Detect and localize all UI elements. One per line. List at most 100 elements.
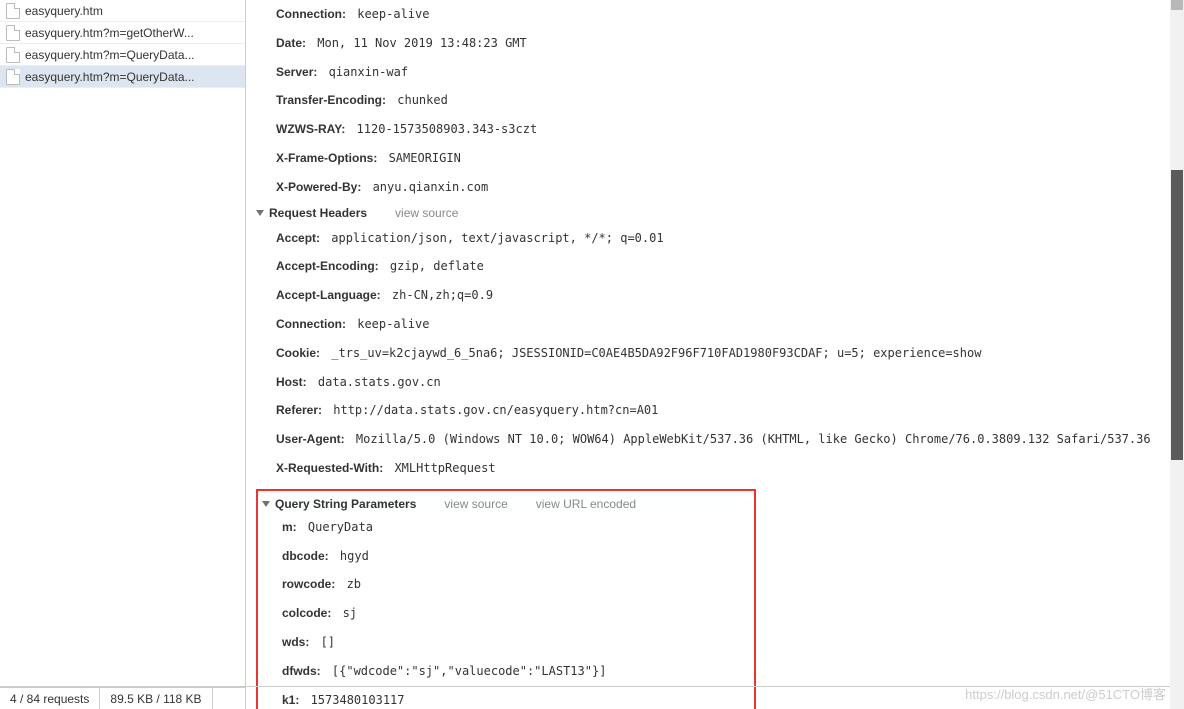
header-value: 1573480103117 [303, 693, 404, 707]
request-name: easyquery.htm?m=QueryData... [25, 48, 195, 62]
header-row: Cookie: _trs_uv=k2cjaywd_6_5na6; JSESSIO… [256, 339, 1174, 368]
request-item[interactable]: easyquery.htm?m=QueryData... [0, 66, 245, 88]
request-item[interactable]: easyquery.htm [0, 0, 245, 22]
header-name: Accept-Encoding: [276, 259, 379, 273]
request-item[interactable]: easyquery.htm?m=getOtherW... [0, 22, 245, 44]
header-row: Host: data.stats.gov.cn [256, 368, 1174, 397]
header-row: WZWS-RAY: 1120-1573508903.343-s3czt [256, 115, 1174, 144]
header-name: Host: [276, 375, 307, 389]
response-headers-block: Connection: keep-aliveDate: Mon, 11 Nov … [256, 0, 1174, 202]
query-string-highlight-box: Query String Parameters view source view… [256, 489, 756, 709]
chevron-down-icon[interactable] [256, 210, 264, 216]
header-value: [{"wdcode":"sj","valuecode":"LAST13"}] [325, 664, 607, 678]
header-value: Mozilla/5.0 (Windows NT 10.0; WOW64) App… [349, 432, 1151, 446]
header-row: dfwds: [{"wdcode":"sj","valuecode":"LAST… [262, 657, 750, 686]
header-row: colcode: sj [262, 599, 750, 628]
request-name: easyquery.htm?m=getOtherW... [25, 26, 194, 40]
header-name: colcode: [282, 606, 331, 620]
header-value: chunked [390, 93, 448, 107]
header-name: m: [282, 520, 297, 534]
header-row: k1: 1573480103117 [262, 686, 750, 709]
header-name: Cookie: [276, 346, 320, 360]
file-icon [6, 69, 20, 85]
header-name: dfwds: [282, 664, 321, 678]
query-string-params-block: m: QueryDatadbcode: hgydrowcode: zbcolco… [262, 513, 750, 709]
header-row: Referer: http://data.stats.gov.cn/easyqu… [256, 396, 1174, 425]
chevron-down-icon[interactable] [262, 501, 270, 507]
header-name: Connection: [276, 7, 346, 21]
request-headers-block: Accept: application/json, text/javascrip… [256, 224, 1174, 483]
header-value: SAMEORIGIN [381, 151, 460, 165]
view-source-link[interactable]: view source [395, 206, 458, 220]
header-value: zh-CN,zh;q=0.9 [385, 288, 493, 302]
header-name: X-Frame-Options: [276, 151, 377, 165]
header-name: rowcode: [282, 577, 335, 591]
header-name: Referer: [276, 403, 322, 417]
header-row: Accept-Language: zh-CN,zh;q=0.9 [256, 281, 1174, 310]
header-name: WZWS-RAY: [276, 122, 345, 136]
header-row: dbcode: hgyd [262, 542, 750, 571]
header-value: sj [335, 606, 357, 620]
header-value: gzip, deflate [383, 259, 484, 273]
query-string-section[interactable]: Query String Parameters view source view… [262, 495, 750, 513]
header-name: Connection: [276, 317, 346, 331]
header-value: data.stats.gov.cn [311, 375, 441, 389]
request-sidebar: easyquery.htm easyquery.htm?m=getOtherW.… [0, 0, 246, 709]
header-row: Connection: keep-alive [256, 310, 1174, 339]
header-name: k1: [282, 693, 299, 707]
header-value: Mon, 11 Nov 2019 13:48:23 GMT [310, 36, 527, 50]
header-value: [] [313, 635, 335, 649]
scrollbar-track[interactable] [1170, 0, 1184, 709]
header-name: Accept: [276, 231, 320, 245]
header-value: XMLHttpRequest [387, 461, 495, 475]
header-value: _trs_uv=k2cjaywd_6_5na6; JSESSIONID=C0AE… [324, 346, 981, 360]
header-value: application/json, text/javascript, */*; … [324, 231, 664, 245]
header-row: wds: [] [262, 628, 750, 657]
header-value: anyu.qianxin.com [365, 180, 488, 194]
request-headers-section[interactable]: Request Headers view source [256, 202, 1174, 224]
request-name: easyquery.htm [25, 4, 103, 18]
status-requests: 4 / 84 requests [0, 688, 100, 709]
header-value: qianxin-waf [321, 65, 408, 79]
header-row: X-Powered-By: anyu.qianxin.com [256, 173, 1174, 202]
header-row: User-Agent: Mozilla/5.0 (Windows NT 10.0… [256, 425, 1174, 454]
file-icon [6, 47, 20, 63]
header-row: Connection: keep-alive [256, 0, 1174, 29]
header-name: Accept-Language: [276, 288, 381, 302]
view-source-link[interactable]: view source [444, 497, 507, 511]
header-name: X-Powered-By: [276, 180, 361, 194]
header-row: rowcode: zb [262, 570, 750, 599]
header-value: zb [339, 577, 361, 591]
request-item[interactable]: easyquery.htm?m=QueryData... [0, 44, 245, 66]
header-row: Accept: application/json, text/javascrip… [256, 224, 1174, 253]
header-row: Server: qianxin-waf [256, 58, 1174, 87]
header-value: hgyd [333, 549, 369, 563]
header-row: X-Requested-With: XMLHttpRequest [256, 454, 1174, 483]
header-row: Transfer-Encoding: chunked [256, 86, 1174, 115]
view-url-encoded-link[interactable]: view URL encoded [536, 497, 636, 511]
details-pane: Connection: keep-aliveDate: Mon, 11 Nov … [246, 0, 1184, 709]
header-value: keep-alive [350, 7, 429, 21]
file-icon [6, 3, 20, 19]
section-title: Request Headers [269, 206, 367, 220]
header-value: QueryData [301, 520, 373, 534]
file-icon [6, 25, 20, 41]
request-name: easyquery.htm?m=QueryData... [25, 70, 195, 84]
header-value: keep-alive [350, 317, 429, 331]
header-row: Accept-Encoding: gzip, deflate [256, 252, 1174, 281]
header-name: X-Requested-With: [276, 461, 383, 475]
header-row: m: QueryData [262, 513, 750, 542]
header-value: http://data.stats.gov.cn/easyquery.htm?c… [326, 403, 658, 417]
scrollbar-thumb[interactable] [1171, 0, 1183, 10]
header-row: X-Frame-Options: SAMEORIGIN [256, 144, 1174, 173]
header-name: Server: [276, 65, 317, 79]
header-name: dbcode: [282, 549, 329, 563]
header-row: Date: Mon, 11 Nov 2019 13:48:23 GMT [256, 29, 1174, 58]
status-transferred: 89.5 KB / 118 KB [100, 688, 212, 709]
scrollbar-thumb[interactable] [1171, 170, 1183, 460]
header-name: Date: [276, 36, 306, 50]
section-title: Query String Parameters [275, 497, 416, 511]
header-value: 1120-1573508903.343-s3czt [349, 122, 537, 136]
header-name: User-Agent: [276, 432, 345, 446]
status-bar: 4 / 84 requests 89.5 KB / 118 KB [0, 687, 246, 709]
